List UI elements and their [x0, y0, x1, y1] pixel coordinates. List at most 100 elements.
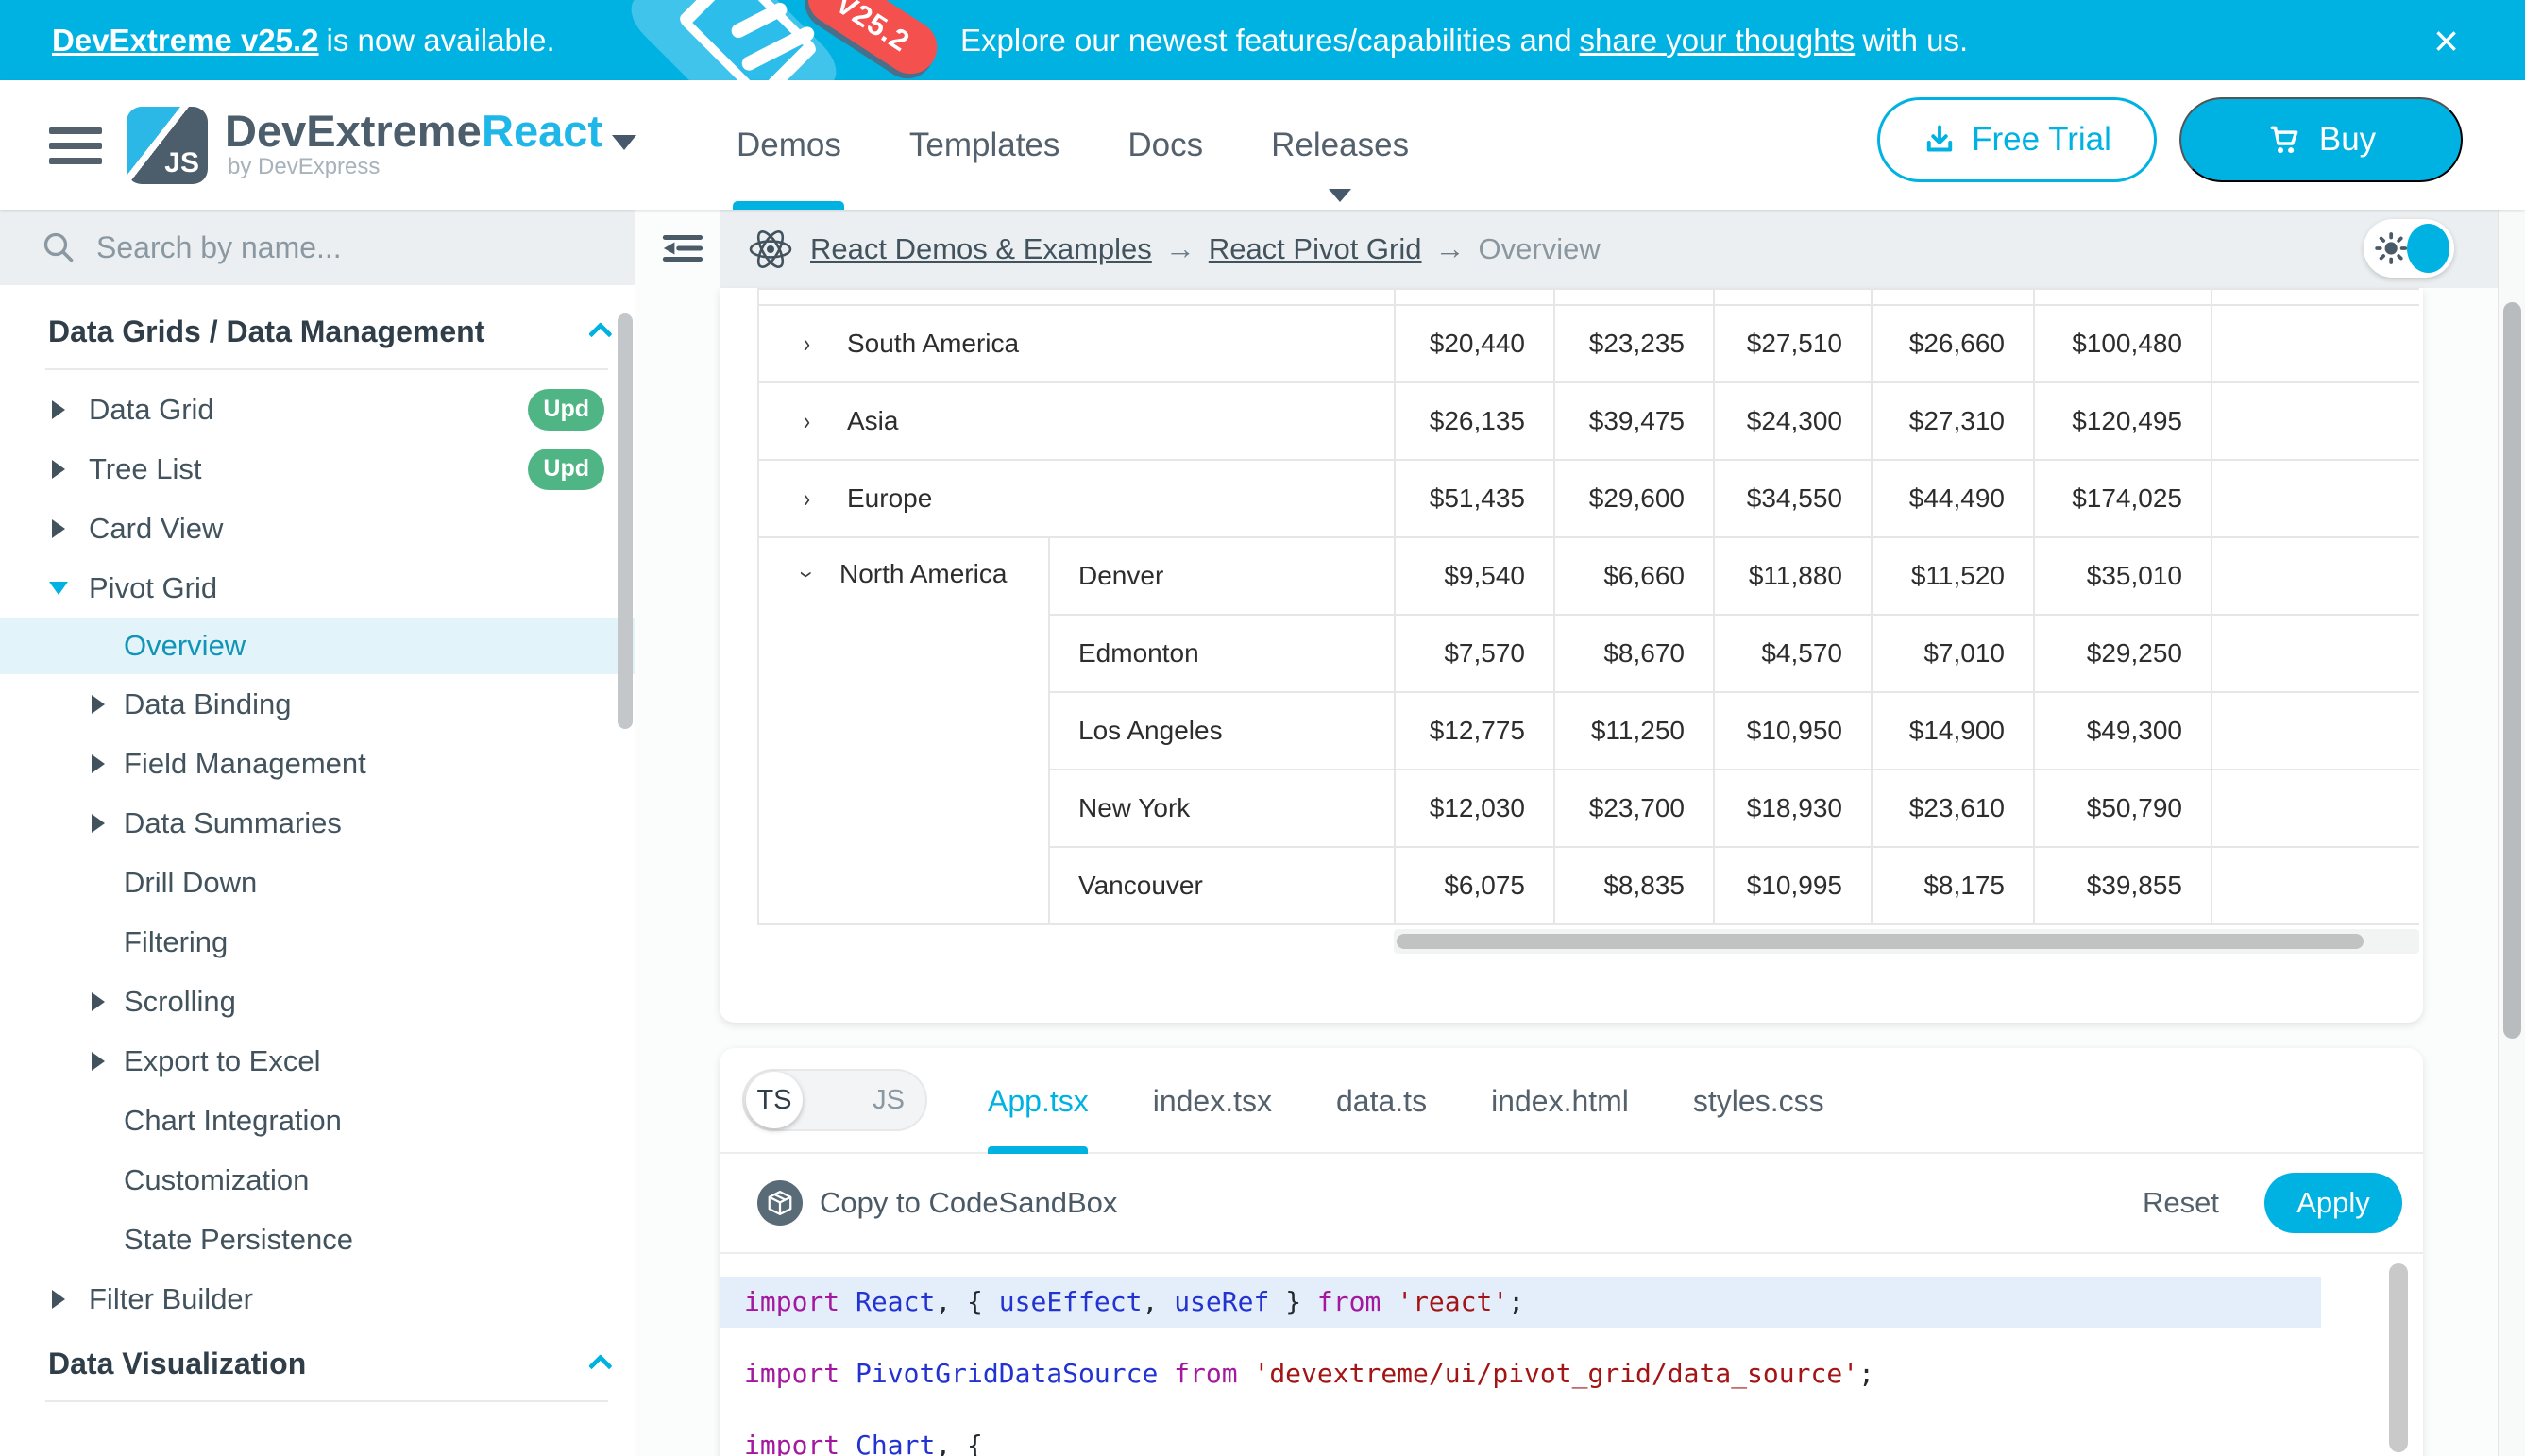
sidebar-item-chart-integration[interactable]: Chart Integration [0, 1091, 635, 1150]
pivot-cell[interactable]: $100,480 [2034, 305, 2211, 382]
nav-item-releases[interactable]: Releases [1271, 80, 1409, 210]
pivot-cell[interactable]: $44,490 [1872, 460, 2034, 537]
pivot-cell[interactable]: $23,235 [1554, 305, 1714, 382]
pivot-cell[interactable]: $29,250 [2034, 615, 2211, 692]
sidebar-item-overview[interactable]: Overview [0, 618, 635, 674]
section-title-data-visualization[interactable]: Data Visualization [0, 1334, 635, 1393]
collapsed-triangle-icon[interactable] [52, 1290, 65, 1309]
pivot-hscrollbar-thumb[interactable] [1397, 934, 2364, 949]
pivot-cell[interactable]: $27,310 [1872, 382, 2034, 460]
pivot-cell[interactable]: $14,900 [1872, 692, 2034, 770]
theme-toggle[interactable] [2364, 219, 2454, 278]
pivot-cell[interactable]: $23,700 [1554, 770, 1714, 847]
free-trial-button[interactable]: Free Trial [1877, 97, 2157, 182]
pivot-cell[interactable]: $10,950 [1714, 692, 1872, 770]
codesandbox-icon[interactable] [757, 1180, 803, 1226]
chevron-up-icon[interactable] [588, 1354, 612, 1378]
pivot-cell[interactable]: $7,570 [1395, 615, 1554, 692]
pivot-cell[interactable]: $8,175 [1872, 847, 2034, 924]
file-tab-data-ts[interactable]: data.ts [1336, 1084, 1427, 1119]
pivot-city-header[interactable]: Edmonton [1049, 615, 1395, 692]
pivot-cell[interactable]: $39,475 [1554, 382, 1714, 460]
nav-item-demos[interactable]: Demos [737, 80, 841, 210]
pivot-cell[interactable]: $23,610 [1872, 770, 2034, 847]
releases-caret-icon[interactable] [1329, 189, 1351, 202]
sidebar-item-drill-down[interactable]: Drill Down [0, 853, 635, 912]
sidebar-item-field-management[interactable]: Field Management [0, 734, 635, 793]
pivot-cell[interactable]: $29,600 [1554, 460, 1714, 537]
pivot-cell[interactable]: $12,775 [1395, 692, 1554, 770]
breadcrumb-item[interactable]: React Demos & Examples [810, 232, 1152, 266]
file-tab-App-tsx[interactable]: App.tsx [988, 1084, 1089, 1119]
pivot-cell[interactable]: $120,495 [2034, 382, 2211, 460]
code-line[interactable]: import Chart, { [720, 1420, 2423, 1456]
sidebar-item-filter-builder[interactable]: Filter Builder [0, 1269, 635, 1329]
pivot-region-header-expanded[interactable]: ›North America [758, 537, 1049, 924]
pivot-cell[interactable]: $10,320 [2211, 847, 2419, 924]
pivot-city-header[interactable]: New York [1049, 770, 1395, 847]
sidebar-item-data-binding[interactable]: Data Binding [0, 674, 635, 734]
pivot-cell[interactable]: $50,790 [2034, 770, 2211, 847]
code-line[interactable]: import React, { useEffect, useRef } from… [720, 1277, 2321, 1328]
pivot-cell[interactable]: $11,880 [1714, 537, 1872, 615]
pivot-cell[interactable]: $49,300 [2034, 692, 2211, 770]
page-scrollbar[interactable] [2498, 80, 2525, 1456]
pivot-cell[interactable]: $6,660 [1554, 537, 1714, 615]
pivot-cell[interactable]: $11,560 [2211, 615, 2419, 692]
pivot-city-header[interactable]: Vancouver [1049, 847, 1395, 924]
pivot-cell[interactable]: $12,030 [1395, 770, 1554, 847]
nav-item-templates[interactable]: Templates [909, 80, 1060, 210]
hamburger-menu-icon[interactable] [49, 127, 102, 165]
sidebar-item-card-view[interactable]: Card View [0, 499, 635, 558]
file-tab-styles-css[interactable]: styles.css [1693, 1084, 1824, 1119]
collapsed-triangle-icon[interactable] [92, 814, 105, 833]
code-scrollbar-thumb[interactable] [2389, 1263, 2408, 1452]
framework-caret-icon[interactable] [612, 135, 636, 150]
pivot-cell[interactable]: $8,835 [1554, 847, 1714, 924]
sidebar-item-state-persistence[interactable]: State Persistence [0, 1210, 635, 1269]
collapsed-triangle-icon[interactable] [92, 1052, 105, 1071]
pivot-region-header[interactable]: ›Europe [758, 460, 1395, 537]
breadcrumb-item[interactable]: React Pivot Grid [1209, 232, 1422, 266]
search-input[interactable] [96, 230, 550, 265]
pivot-cell[interactable]: $22,680 [2211, 770, 2419, 847]
pivot-cell[interactable]: $34,550 [1714, 460, 1872, 537]
pivot-cell[interactable]: $26,660 [1872, 305, 2034, 382]
pivot-region-header[interactable]: ›South America [758, 305, 1395, 382]
copy-to-codesandbox-label[interactable]: Copy to CodeSandBox [820, 1186, 1117, 1220]
page-scrollbar-thumb[interactable] [2503, 302, 2521, 1039]
pivot-cell[interactable]: $7,010 [1872, 615, 2034, 692]
sidebar-item-export-to-excel[interactable]: Export to Excel [0, 1031, 635, 1091]
sidebar-search[interactable] [0, 210, 635, 285]
lang-toggle[interactable]: TS JS [742, 1069, 927, 1131]
devextreme-logo[interactable]: JS [127, 107, 208, 184]
pivot-cell[interactable]: $39,855 [2034, 847, 2211, 924]
sidebar-item-data-summaries[interactable]: Data Summaries [0, 793, 635, 853]
pivot-cell[interactable]: $6,075 [1395, 847, 1554, 924]
pivot-cell[interactable]: $11,250 [1554, 692, 1714, 770]
pivot-cell[interactable]: $9,540 [1395, 537, 1554, 615]
collapse-chevron-icon[interactable]: › [792, 571, 822, 578]
code-editor[interactable]: import React, { useEffect, useRef } from… [720, 1254, 2423, 1456]
pivot-cell[interactable]: $74,820 [2211, 382, 2419, 460]
share-thoughts-link[interactable]: share your thoughts [1580, 23, 1856, 59]
pivot-cell[interactable]: $6,990 [2211, 537, 2419, 615]
pivot-cell[interactable]: $21,375 [2211, 692, 2419, 770]
theme-toggle-knob[interactable] [2407, 224, 2449, 273]
collapsed-triangle-icon[interactable] [92, 992, 105, 1011]
pivot-cell[interactable]: $69,655 [2211, 460, 2419, 537]
pivot-city-header[interactable]: Los Angeles [1049, 692, 1395, 770]
apply-button[interactable]: Apply [2264, 1173, 2402, 1233]
pivot-cell[interactable]: $50,315 [2211, 305, 2419, 382]
collapsed-triangle-icon[interactable] [92, 695, 105, 714]
file-tab-index-html[interactable]: index.html [1491, 1084, 1629, 1119]
pivot-cell[interactable]: $18,930 [1714, 770, 1872, 847]
sidebar-item-pivot-grid[interactable]: Pivot Grid [0, 558, 635, 618]
pivot-cell[interactable]: $174,025 [2034, 460, 2211, 537]
sidebar-item-scrolling[interactable]: Scrolling [0, 972, 635, 1031]
pivot-cell[interactable]: $35,010 [2034, 537, 2211, 615]
sidebar-item-tree-list[interactable]: Tree ListUpd [0, 439, 635, 499]
pivot-cell[interactable]: $8,670 [1554, 615, 1714, 692]
collapsed-triangle-icon[interactable] [52, 400, 65, 419]
lang-ts-label[interactable]: TS [744, 1085, 805, 1116]
